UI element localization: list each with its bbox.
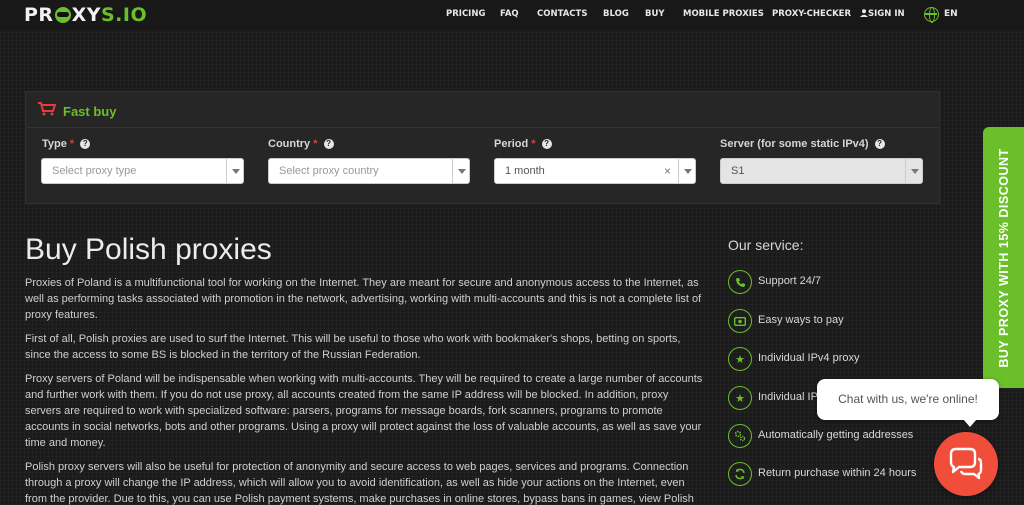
chevron-down-icon — [226, 159, 243, 183]
clear-icon[interactable]: × — [664, 159, 671, 183]
phone-icon — [728, 270, 752, 294]
top-header: PR XY S.IO PRICING FAQ CONTACTS BLOG BUY… — [0, 0, 1024, 30]
paragraph: First of all, Polish proxies are used to… — [25, 333, 681, 361]
chat-bubble[interactable]: Chat with us, we're online! — [817, 379, 999, 427]
paragraph: Proxies of Poland is a multifunctional t… — [25, 277, 702, 321]
chevron-down-icon — [678, 159, 695, 183]
globe-icon[interactable] — [924, 7, 939, 23]
chevron-down-icon — [452, 159, 469, 183]
nav-pricing[interactable]: PRICING — [446, 9, 485, 19]
refresh-icon — [728, 462, 752, 486]
period-label: Period *? — [494, 138, 552, 150]
logo-text-2: XY — [71, 4, 101, 26]
nav-blog[interactable]: BLOG — [603, 9, 629, 19]
period-value: 1 month — [505, 165, 545, 177]
nav-proxy-checker[interactable]: PROXY-CHECKER — [772, 9, 851, 19]
help-icon[interactable]: ? — [874, 139, 885, 149]
help-icon[interactable]: ? — [80, 139, 91, 149]
service-label: Automatically getting addresses — [758, 429, 914, 441]
paragraph: Polish proxy servers will also be useful… — [25, 461, 694, 505]
server-label: Server (for some static IPv4)? — [720, 138, 885, 150]
mask-icon — [54, 7, 71, 23]
country-label: Country *? — [268, 138, 334, 150]
period-select[interactable]: 1 month × — [494, 158, 696, 184]
cart-icon — [38, 102, 56, 116]
fast-buy-title: Fast buy — [63, 104, 117, 119]
gears-icon — [728, 424, 752, 448]
money-icon — [728, 309, 752, 333]
help-icon[interactable]: ? — [541, 139, 552, 149]
sign-in-label: SIGN IN — [868, 9, 905, 19]
nav-mobile-proxies[interactable]: MOBILE PROXIES — [683, 9, 764, 19]
logo-text-3: S.IO — [100, 4, 148, 26]
service-label: Individual IPv4 proxy — [758, 352, 860, 364]
help-icon[interactable]: ? — [323, 139, 334, 149]
service-label: Support 24/7 — [758, 275, 821, 287]
logo[interactable]: PR XY S.IO — [24, 4, 147, 26]
language-selector[interactable]: EN — [944, 9, 958, 19]
star-icon: ★ — [728, 347, 752, 371]
proxy-type-placeholder: Select proxy type — [52, 165, 137, 177]
discount-label: BUY PROXY WITH 15% DISCOUNT — [996, 147, 1011, 368]
fast-buy-panel: Fast buy Type *? Select proxy type Count… — [25, 91, 940, 204]
page-title: Buy Polish proxies — [25, 233, 272, 266]
nav-buy[interactable]: BUY — [645, 9, 665, 19]
discount-side-tab[interactable]: BUY PROXY WITH 15% DISCOUNT — [983, 127, 1024, 388]
nav-sign-in[interactable]: SIGN IN — [860, 9, 905, 19]
user-icon — [860, 9, 868, 17]
service-title: Our service: — [728, 237, 804, 253]
server-value: S1 — [731, 165, 745, 177]
chevron-down-icon — [905, 159, 922, 183]
service-label: Individual IP — [758, 391, 818, 403]
paragraph: Proxy servers of Poland will be indispen… — [25, 373, 703, 449]
fast-buy-header: Fast buy — [26, 92, 939, 128]
nav-contacts[interactable]: CONTACTS — [537, 9, 587, 19]
server-select[interactable]: S1 — [720, 158, 923, 184]
service-label: Easy ways to pay — [758, 314, 844, 326]
star-icon: ★ — [728, 386, 752, 410]
proxy-country-placeholder: Select proxy country — [279, 165, 379, 177]
logo-text-1: PR — [24, 4, 54, 26]
service-label: Return purchase within 24 hours — [758, 467, 917, 479]
proxy-type-select[interactable]: Select proxy type — [41, 158, 244, 184]
nav-faq[interactable]: FAQ — [500, 9, 519, 19]
chat-button[interactable] — [934, 432, 998, 496]
type-label: Type *? — [42, 138, 91, 150]
chat-icon — [949, 447, 983, 480]
proxy-country-select[interactable]: Select proxy country — [268, 158, 470, 184]
